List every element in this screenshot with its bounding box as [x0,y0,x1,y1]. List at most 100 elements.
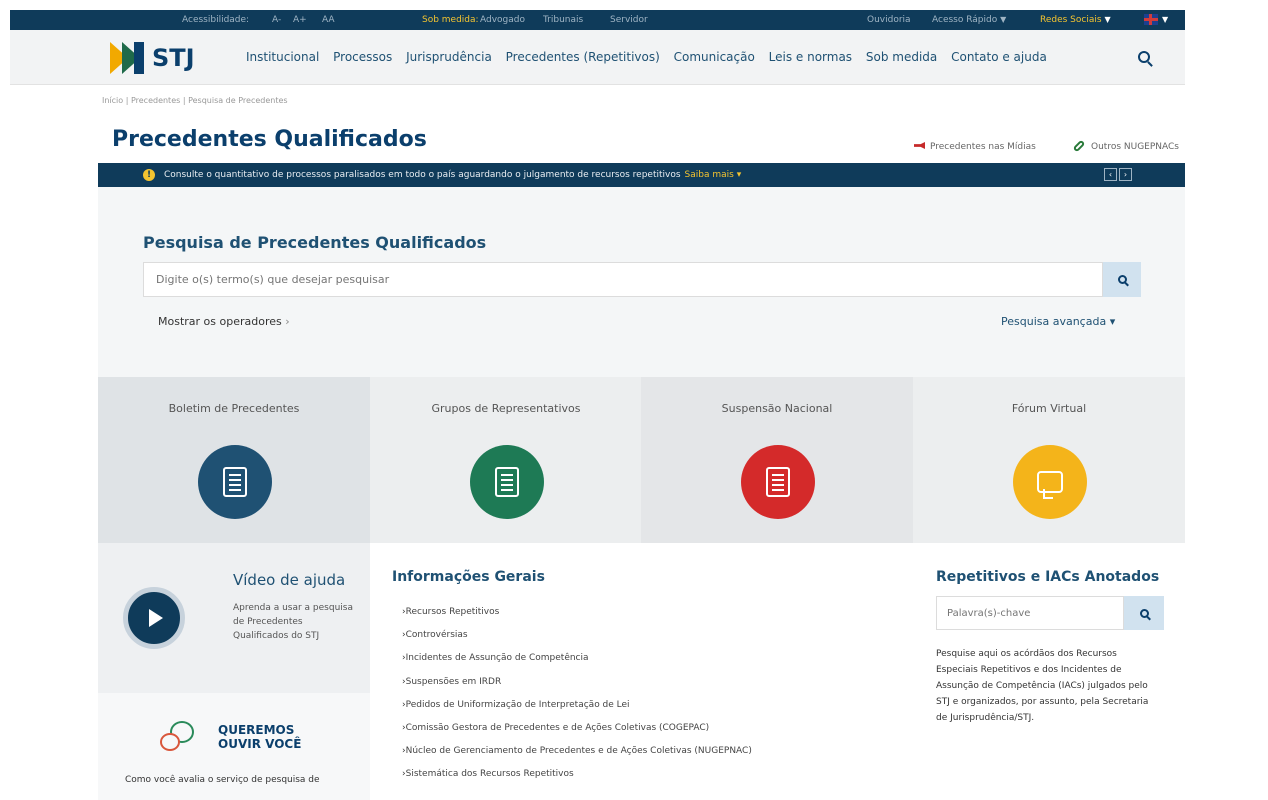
show-operators-label: Mostrar os operadores [158,315,282,328]
tile-label: Grupos de Representativos [431,402,581,415]
nav-item-precedentes[interactable]: Precedentes (Repetitivos) [506,50,660,64]
lower-section: Vídeo de ajuda Aprenda a usar a pesquisa… [98,543,1185,800]
page-title: Precedentes Qualificados [112,127,427,152]
advogado-link[interactable]: Advogado [480,15,525,25]
tile-grupos-representativos[interactable]: Grupos de Representativos [370,377,642,543]
chevron-down-icon: ▼ [1000,15,1007,24]
tribunais-link[interactable]: Tribunais [543,15,583,25]
search-title: Pesquisa de Precedentes Qualificados [143,233,487,252]
search-icon [1117,275,1127,284]
top-utility-bar: Acessibilidade: A- A+ AA Sob medida: Adv… [10,10,1185,30]
precedentes-midias-link[interactable]: Precedentes nas Mídias [914,142,1036,152]
chat-bubbles-icon [160,721,200,757]
megaphone-icon [914,142,925,149]
tile-forum-virtual[interactable]: Fórum Virtual [913,377,1185,543]
tile-label: Fórum Virtual [1011,402,1087,415]
document-eye-icon [470,445,544,519]
feature-tiles: Boletim de Precedentes Grupos de Represe… [98,377,1185,543]
repetitivos-panel: Repetitivos e IACs Anotados Pesquise aqu… [913,543,1185,800]
search-button[interactable] [1103,262,1141,297]
main-nav: Institucional Processos Jurisprudência P… [246,50,1057,64]
advanced-search-link[interactable]: Pesquisa avançada ▾ [1001,315,1115,328]
feedback-title: QUEREMOS OUVIR VOCÊ [218,723,301,751]
list-item[interactable]: Comissão Gestora de Precedentes e de Açõ… [402,721,752,744]
precedentes-midias-label: Precedentes nas Mídias [930,142,1036,152]
chevron-left-icon[interactable]: ‹ [1104,168,1117,181]
nav-item-contato-e-ajuda[interactable]: Contato e ajuda [951,50,1047,64]
tile-suspensao-nacional[interactable]: Suspensão Nacional [641,377,913,543]
feedback-card[interactable]: QUEREMOS OUVIR VOCÊ Como você avalia o s… [98,693,370,800]
feedback-title-line1: QUEREMOS [218,723,295,737]
play-icon[interactable] [123,587,185,649]
saiba-mais-link[interactable]: Saiba mais ▾ [685,170,742,180]
search-box [143,262,1103,297]
tile-label: Boletim de Precedentes [168,402,300,415]
list-item[interactable]: Pedidos de Uniformização de Interpretaçã… [402,698,752,721]
nav-item-leis-e-normas[interactable]: Leis e normas [769,50,852,64]
chat-user-icon [1013,445,1087,519]
alert-pager: ‹ › [1104,168,1134,181]
keyword-input[interactable] [937,597,1123,629]
font-increase-link[interactable]: A+ [293,15,307,25]
list-item[interactable]: Controvérsias [402,628,752,651]
chevron-right-icon[interactable]: › [1119,168,1132,181]
sob-medida-label: Sob medida: [422,15,479,25]
tile-boletim-precedentes[interactable]: Boletim de Precedentes [98,377,370,543]
document-hand-icon [741,445,815,519]
redes-sociais-label: Redes Sociais [1040,15,1102,25]
chevron-right-icon: › [285,315,290,328]
acesso-rapido-menu[interactable]: Acesso Rápido ▼ [932,15,1006,25]
nav-item-sob-medida[interactable]: Sob medida [866,50,937,64]
video-title: Vídeo de ajuda [233,571,346,589]
general-info-list: Recursos Repetitivos Controvérsias Incid… [402,605,752,791]
outros-nugepnacs-label: Outros NUGEPNACs [1091,142,1179,152]
general-info-panel: Informações Gerais Recursos Repetitivos … [370,543,913,800]
repetitivos-description: Pesquise aqui os acórdãos dos Recursos E… [936,649,1149,723]
keyword-box [936,596,1124,630]
nav-item-comunicacao[interactable]: Comunicação [674,50,755,64]
list-item[interactable]: Núcleo de Gerenciamento de Precedentes e… [402,744,752,767]
nav-item-processos[interactable]: Processos [333,50,392,64]
repetitivos-title: Repetitivos e IACs Anotados [936,569,1160,585]
show-operators-link[interactable]: Mostrar os operadores › [158,315,290,328]
video-help-card[interactable]: Vídeo de ajuda Aprenda a usar a pesquisa… [98,543,370,693]
newspaper-icon [198,445,272,519]
nav-item-institucional[interactable]: Institucional [246,50,319,64]
feedback-title-line2: OUVIR VOCÊ [218,737,302,751]
feedback-description: Como você avalia o serviço de pesquisa d… [125,775,320,785]
accessibility-label: Acessibilidade: [182,15,250,25]
list-item[interactable]: Incidentes de Assunção de Competência [402,651,752,674]
search-icon [1138,51,1150,63]
tile-label: Suspensão Nacional [721,402,833,415]
alert-text: Consulte o quantitativo de processos par… [164,170,681,180]
alert-message: Consulte o quantitativo de processos par… [164,170,741,180]
chevron-down-icon[interactable]: ▼ [1162,15,1168,24]
list-item[interactable]: Sistemática dos Recursos Repetitivos [402,767,752,790]
high-contrast-link[interactable]: AA [322,15,335,25]
advanced-search-label: Pesquisa avançada [1001,315,1107,328]
redes-sociais-menu[interactable]: Redes Sociais ▼ [1040,15,1111,25]
chevron-down-icon: ▾ [1109,315,1116,328]
logo-mark-blue [134,42,144,74]
acesso-rapido-label: Acesso Rápido [932,15,998,25]
breadcrumb[interactable]: Início | Precedentes | Pesquisa de Prece… [102,96,288,105]
page: Acessibilidade: A- A+ AA Sob medida: Adv… [0,0,1268,800]
link-icon [1072,139,1086,153]
ouvidoria-link[interactable]: Ouvidoria [867,15,911,25]
logo-text: STJ [152,44,195,72]
main-header: STJ Institucional Processos Jurisprudênc… [10,30,1185,85]
search-icon [1139,608,1149,618]
language-flag-icon[interactable] [1144,14,1158,25]
outros-nugepnacs-link[interactable]: Outros NUGEPNACs [1072,139,1179,153]
header-search-button[interactable] [1138,48,1156,66]
search-input[interactable] [144,263,1102,296]
nav-item-jurisprudencia[interactable]: Jurisprudência [406,50,492,64]
font-decrease-link[interactable]: A- [272,15,281,25]
saiba-mais-label: Saiba mais [684,170,734,180]
chevron-down-icon: ▼ [1104,15,1111,24]
servidor-link[interactable]: Servidor [610,15,648,25]
list-item[interactable]: Recursos Repetitivos [402,605,752,628]
list-item[interactable]: Suspensões em IRDR [402,675,752,698]
stj-logo[interactable]: STJ [110,42,205,74]
keyword-search-button[interactable] [1124,596,1164,630]
